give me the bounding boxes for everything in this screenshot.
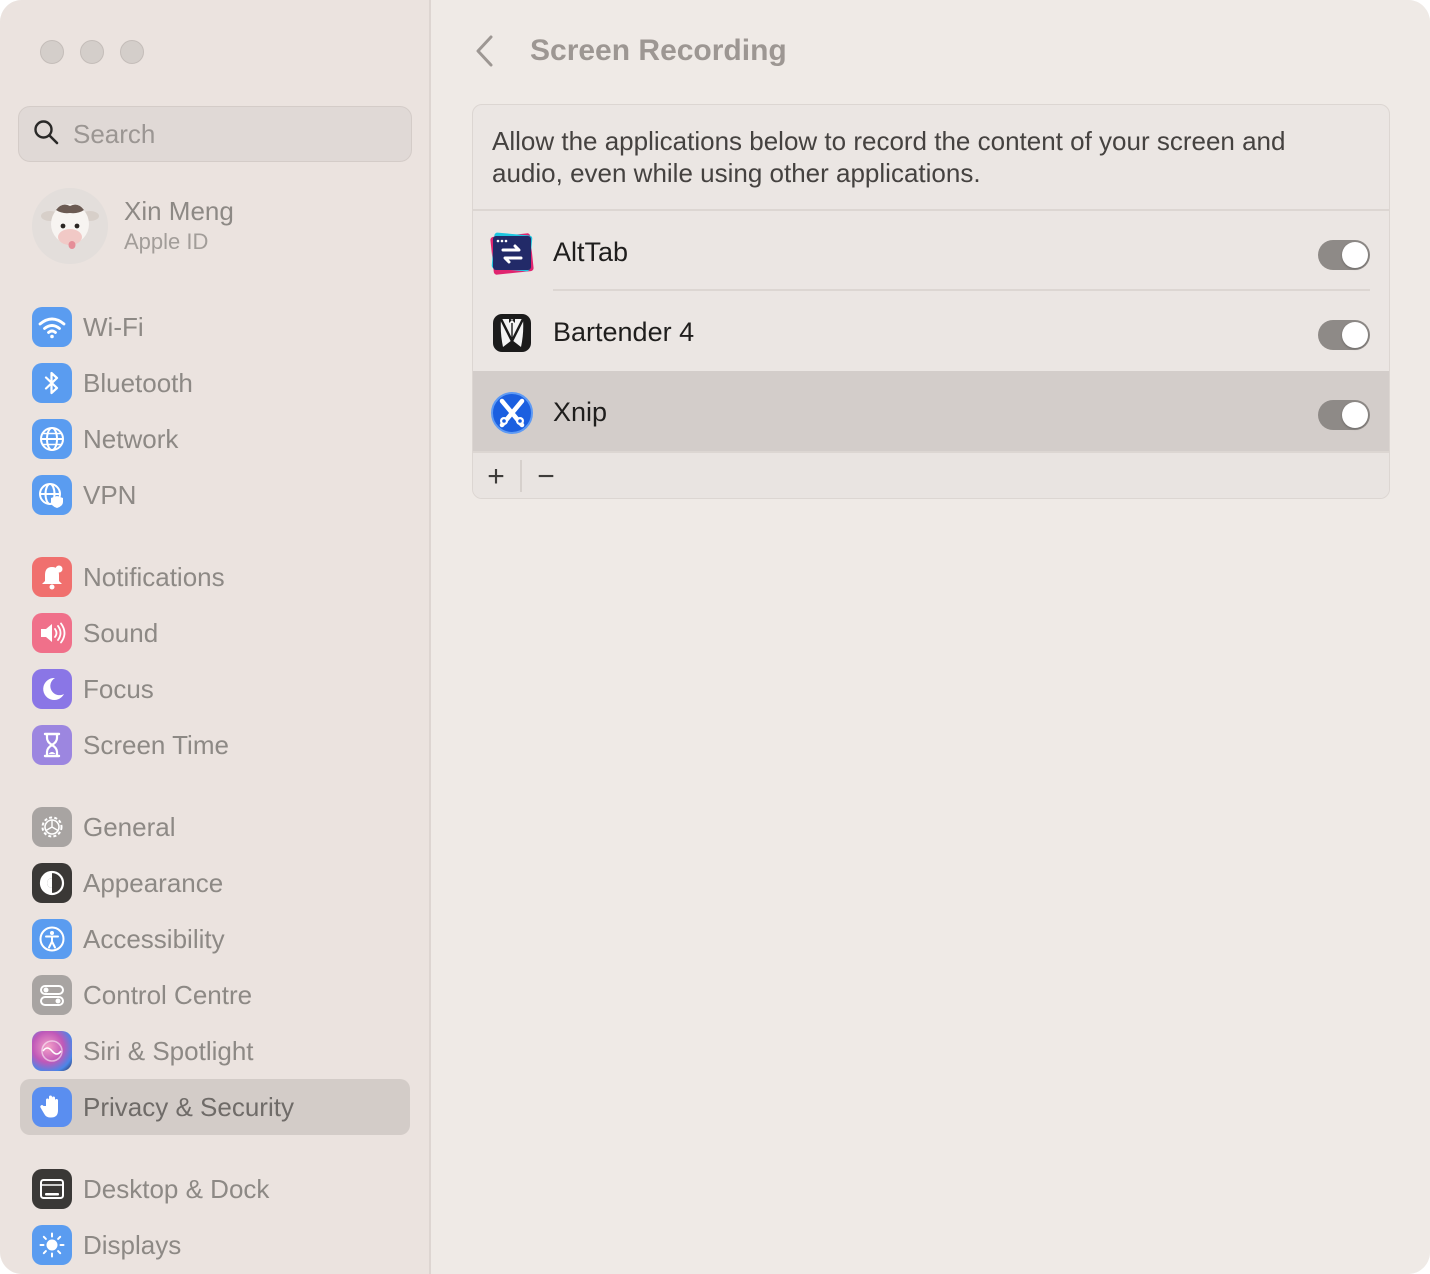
app-row-bartender[interactable]: Bartender 4 bbox=[473, 291, 1389, 371]
sidebar-item-privacy-security[interactable]: Privacy & Security bbox=[20, 1079, 410, 1135]
search-input[interactable] bbox=[73, 118, 373, 150]
sidebar: Xin Meng Apple ID Wi-Fi Bluetooth Networ… bbox=[0, 0, 431, 1274]
sidebar-item-label: Focus bbox=[83, 673, 154, 704]
gear-icon bbox=[32, 807, 72, 847]
accessibility-icon bbox=[32, 919, 72, 959]
sidebar-item-label: Control Centre bbox=[83, 979, 253, 1010]
bartender-icon bbox=[489, 310, 535, 356]
xnip-toggle[interactable] bbox=[1318, 400, 1370, 430]
profile-name: Xin Meng bbox=[124, 196, 234, 226]
panel-footer: + − bbox=[473, 451, 1389, 498]
chevron-left-icon bbox=[476, 35, 493, 67]
main-content: Screen Recording Allow the applications … bbox=[433, 0, 1430, 1274]
sidebar-item-label: Network bbox=[83, 423, 179, 454]
app-name: Bartender 4 bbox=[553, 317, 695, 347]
minimize-window-button[interactable] bbox=[80, 40, 104, 64]
sidebar-item-label: Screen Time bbox=[83, 729, 229, 760]
search-icon bbox=[33, 119, 59, 150]
dock-icon bbox=[32, 1169, 72, 1209]
screen-recording-panel: Allow the applications below to record t… bbox=[472, 104, 1390, 499]
apple-id-profile[interactable]: Xin Meng Apple ID bbox=[32, 188, 234, 264]
sidebar-item-label: Displays bbox=[83, 1229, 182, 1260]
xnip-icon bbox=[489, 390, 535, 436]
remove-app-button[interactable]: − bbox=[524, 457, 568, 497]
sidebar-item-label: General bbox=[83, 811, 176, 842]
search-field[interactable] bbox=[18, 106, 412, 162]
app-name: Xnip bbox=[553, 397, 608, 427]
panel-description: Allow the applications below to record t… bbox=[492, 126, 1286, 188]
control-centre-icon bbox=[32, 975, 72, 1015]
sidebar-item-vpn[interactable]: VPN bbox=[20, 467, 410, 523]
hand-icon bbox=[32, 1087, 72, 1127]
bartender-toggle[interactable] bbox=[1318, 320, 1370, 350]
siri-icon bbox=[32, 1031, 72, 1071]
sidebar-item-screen-time[interactable]: Screen Time bbox=[20, 717, 410, 773]
sidebar-item-desktop-dock[interactable]: Desktop & Dock bbox=[20, 1161, 410, 1217]
sidebar-item-label: Wi-Fi bbox=[83, 311, 144, 342]
sidebar-item-label: Desktop & Dock bbox=[83, 1173, 270, 1204]
sidebar-item-control-centre[interactable]: Control Centre bbox=[20, 967, 410, 1023]
zoom-window-button[interactable] bbox=[120, 40, 144, 64]
toggle-knob bbox=[1342, 402, 1368, 428]
bell-icon bbox=[32, 557, 72, 597]
moon-icon bbox=[32, 669, 72, 709]
vpn-globe-icon bbox=[32, 475, 72, 515]
sidebar-item-label: VPN bbox=[83, 479, 137, 510]
sidebar-item-displays[interactable]: Displays bbox=[20, 1217, 410, 1273]
sidebar-item-label: Siri & Spotlight bbox=[83, 1035, 254, 1066]
profile-subtitle: Apple ID bbox=[124, 229, 209, 254]
page-title: Screen Recording bbox=[530, 34, 787, 67]
app-row-xnip[interactable]: Xnip bbox=[473, 371, 1389, 451]
appearance-icon bbox=[32, 863, 72, 903]
sidebar-item-label: Appearance bbox=[83, 867, 224, 898]
sidebar-item-sound[interactable]: Sound bbox=[20, 605, 410, 661]
sidebar-item-label: Notifications bbox=[83, 561, 225, 592]
alttab-toggle[interactable] bbox=[1318, 240, 1370, 270]
sun-icon bbox=[32, 1225, 72, 1265]
avatar bbox=[32, 188, 108, 264]
speaker-icon bbox=[32, 613, 72, 653]
back-button[interactable] bbox=[471, 32, 499, 70]
sidebar-item-notifications[interactable]: Notifications bbox=[20, 549, 410, 605]
add-app-button[interactable]: + bbox=[474, 457, 518, 497]
sidebar-item-label: Sound bbox=[83, 617, 159, 648]
sidebar-item-network[interactable]: Network bbox=[20, 411, 410, 467]
hourglass-icon bbox=[32, 725, 72, 765]
sidebar-item-label: Accessibility bbox=[83, 923, 225, 954]
toggle-knob bbox=[1342, 322, 1368, 348]
globe-icon bbox=[32, 419, 72, 459]
window-controls bbox=[40, 40, 144, 64]
bluetooth-icon bbox=[32, 363, 72, 403]
wifi-icon bbox=[32, 307, 72, 347]
app-row-alttab[interactable]: AltTab bbox=[473, 211, 1389, 291]
toggle-knob bbox=[1342, 242, 1368, 268]
sidebar-item-label: Bluetooth bbox=[83, 367, 193, 398]
close-window-button[interactable] bbox=[40, 40, 64, 64]
sidebar-item-general[interactable]: General bbox=[20, 799, 410, 855]
app-name: AltTab bbox=[553, 237, 629, 267]
sidebar-item-wifi[interactable]: Wi-Fi bbox=[20, 299, 410, 355]
alttab-icon bbox=[489, 230, 535, 276]
sidebar-item-label: Privacy & Security bbox=[83, 1091, 294, 1122]
divider bbox=[520, 460, 522, 492]
sidebar-item-accessibility[interactable]: Accessibility bbox=[20, 911, 410, 967]
settings-window: Xin Meng Apple ID Wi-Fi Bluetooth Networ… bbox=[0, 0, 1430, 1274]
sidebar-item-appearance[interactable]: Appearance bbox=[20, 855, 410, 911]
sidebar-item-bluetooth[interactable]: Bluetooth bbox=[20, 355, 410, 411]
sidebar-item-siri-spotlight[interactable]: Siri & Spotlight bbox=[20, 1023, 410, 1079]
sidebar-item-focus[interactable]: Focus bbox=[20, 661, 410, 717]
